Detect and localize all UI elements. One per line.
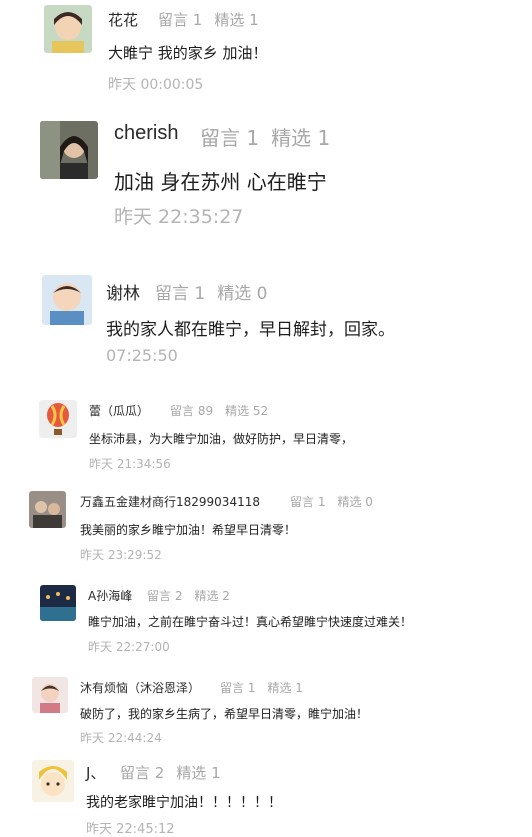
leave-count: 留言 2 bbox=[147, 589, 183, 603]
comment-time: 昨天 22:45:12 bbox=[86, 822, 175, 837]
comment-text: 加油 身在苏州 心在睢宁 bbox=[114, 170, 327, 194]
child-photo-avatar[interactable] bbox=[44, 5, 92, 53]
comment-text: 大睢宁 我的家乡 加油！ bbox=[108, 44, 268, 62]
comment-stats: 留言 1 精选 0 bbox=[278, 493, 373, 510]
commenter-name[interactable]: cherish bbox=[114, 122, 178, 145]
comment-time: 昨天 21:34:56 bbox=[89, 457, 171, 471]
commenter-name[interactable]: 蕾（瓜瓜） bbox=[89, 402, 149, 419]
comment-stats: 留言 2 精选 1 bbox=[108, 762, 221, 783]
featured-count: 精选 1 bbox=[214, 11, 259, 29]
comment-stats: 留言 2 精选 2 bbox=[135, 587, 230, 604]
comment-time: 昨天 22:35:27 bbox=[114, 206, 244, 228]
group-photo-avatar[interactable] bbox=[29, 491, 66, 528]
commenter-name[interactable]: 谢林 bbox=[106, 279, 140, 304]
comment-text: 坐标沛县，为大睢宁加油，做好防护，早日清零， bbox=[89, 432, 354, 446]
comment-text: 我的家人都在睢宁，早日解封，回家。 bbox=[106, 320, 395, 340]
featured-count: 精选 2 bbox=[194, 589, 230, 603]
comment-text: 我的老家睢宁加油！！！！！！ bbox=[86, 795, 282, 811]
woman-photo-avatar[interactable] bbox=[40, 121, 98, 179]
commenter-name[interactable]: A孙海峰 bbox=[88, 587, 132, 604]
leave-count: 留言 89 bbox=[170, 404, 214, 418]
featured-count: 精选 0 bbox=[217, 284, 268, 304]
featured-count: 精选 1 bbox=[271, 126, 331, 150]
featured-count: 精选 52 bbox=[225, 404, 269, 418]
baby-photo-avatar[interactable] bbox=[42, 275, 92, 325]
comment-stats: 留言 1 精选 0 bbox=[143, 279, 267, 304]
comment-time: 昨天 22:44:24 bbox=[80, 731, 162, 745]
comment-text: 破防了，我的家乡生病了，希望早日清零，睢宁加油！ bbox=[80, 707, 369, 721]
comment-time: 昨天 23:29:52 bbox=[80, 548, 162, 562]
comment-text: 我美丽的家乡睢宁加油！希望早日清零！ bbox=[80, 523, 297, 537]
hot-air-balloon-avatar[interactable] bbox=[39, 400, 77, 438]
comment-stats: 留言 1 精选 1 bbox=[146, 9, 259, 30]
leave-count: 留言 1 bbox=[200, 126, 260, 150]
leave-count: 留言 1 bbox=[290, 495, 326, 509]
featured-count: 精选 0 bbox=[337, 495, 373, 509]
leave-count: 留言 1 bbox=[158, 11, 203, 29]
commenter-name[interactable]: J、 bbox=[86, 762, 105, 783]
comment-stats: 留言 89 精选 52 bbox=[158, 402, 268, 419]
leave-count: 留言 1 bbox=[155, 284, 206, 304]
comment-time: 昨天 22:27:00 bbox=[88, 640, 170, 654]
leave-count: 留言 1 bbox=[220, 681, 256, 695]
comment-text: 睢宁加油，之前在睢宁奋斗过！真心希望睢宁快速度过难关！ bbox=[88, 615, 413, 629]
cartoon-avatar[interactable] bbox=[32, 760, 74, 802]
commenter-name[interactable]: 万鑫五金建材商行18299034118 bbox=[80, 493, 260, 510]
comment-stats: 留言 1 精选 1 bbox=[208, 679, 303, 696]
girl-photo-avatar[interactable] bbox=[32, 677, 68, 713]
featured-count: 精选 1 bbox=[176, 764, 221, 782]
commenter-name[interactable]: 沐有烦恼（沐浴恩泽） bbox=[80, 679, 200, 696]
commenter-name[interactable]: 花花 bbox=[108, 9, 138, 30]
comment-stats: 留言 1 精选 1 bbox=[188, 122, 330, 151]
featured-count: 精选 1 bbox=[267, 681, 303, 695]
night-scene-avatar[interactable] bbox=[40, 585, 76, 621]
comment-time: 昨天 00:00:05 bbox=[108, 77, 204, 93]
leave-count: 留言 2 bbox=[120, 764, 165, 782]
comment-time: 07:25:50 bbox=[106, 346, 178, 365]
